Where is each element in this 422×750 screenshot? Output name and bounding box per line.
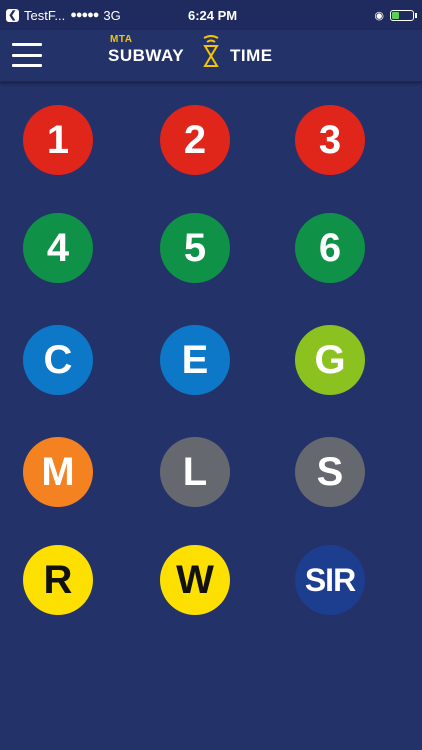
battery-level: [392, 11, 399, 19]
signal-strength-icon: ●●●●●: [70, 9, 99, 21]
line-3-button[interactable]: 3: [295, 105, 365, 175]
line-s-button[interactable]: S: [295, 437, 365, 507]
menu-line: [12, 43, 42, 46]
battery-tip: [415, 12, 417, 18]
status-bar: ❮ TestF... ●●●●● 3G 6:24 PM ◉: [0, 0, 422, 30]
hourglass-clock-icon: [203, 35, 219, 67]
back-app-label[interactable]: TestF...: [24, 8, 65, 23]
subway-line-grid: 1 2 3 4 5 6 C E G M L S R W SIR: [0, 82, 422, 642]
carrier-label: 3G: [103, 7, 121, 23]
menu-line: [12, 64, 42, 67]
status-time: 6:24 PM: [188, 7, 238, 23]
status-left: ❮ TestF... ●●●●● 3G: [0, 8, 150, 23]
line-4-button[interactable]: 4: [23, 213, 93, 283]
status-right: ◉: [374, 9, 422, 22]
back-to-app-icon[interactable]: ❮: [6, 8, 19, 22]
line-2-button[interactable]: 2: [160, 105, 230, 175]
line-5-button[interactable]: 5: [160, 213, 230, 283]
logo-subway-text: SUBWAY: [108, 46, 185, 65]
line-c-button[interactable]: C: [23, 325, 93, 395]
line-w-button[interactable]: W: [160, 545, 230, 615]
alarm-icon: ◉: [374, 9, 384, 22]
menu-line: [12, 53, 42, 57]
line-e-button[interactable]: E: [160, 325, 230, 395]
battery-icon: [390, 9, 417, 21]
line-r-button[interactable]: R: [23, 545, 93, 615]
app-header: MTA SUBWAY TIME: [0, 30, 422, 82]
line-sir-button[interactable]: SIR: [295, 545, 365, 615]
subway-time-logo: MTA SUBWAY TIME: [108, 32, 284, 78]
line-l-button[interactable]: L: [160, 437, 230, 507]
line-g-button[interactable]: G: [295, 325, 365, 395]
hamburger-menu-icon[interactable]: [12, 43, 42, 67]
line-m-button[interactable]: M: [23, 437, 93, 507]
line-1-button[interactable]: 1: [23, 105, 93, 175]
logo-mta-text: MTA: [110, 34, 133, 45]
logo-time-text: TIME: [230, 46, 273, 65]
line-6-button[interactable]: 6: [295, 213, 365, 283]
